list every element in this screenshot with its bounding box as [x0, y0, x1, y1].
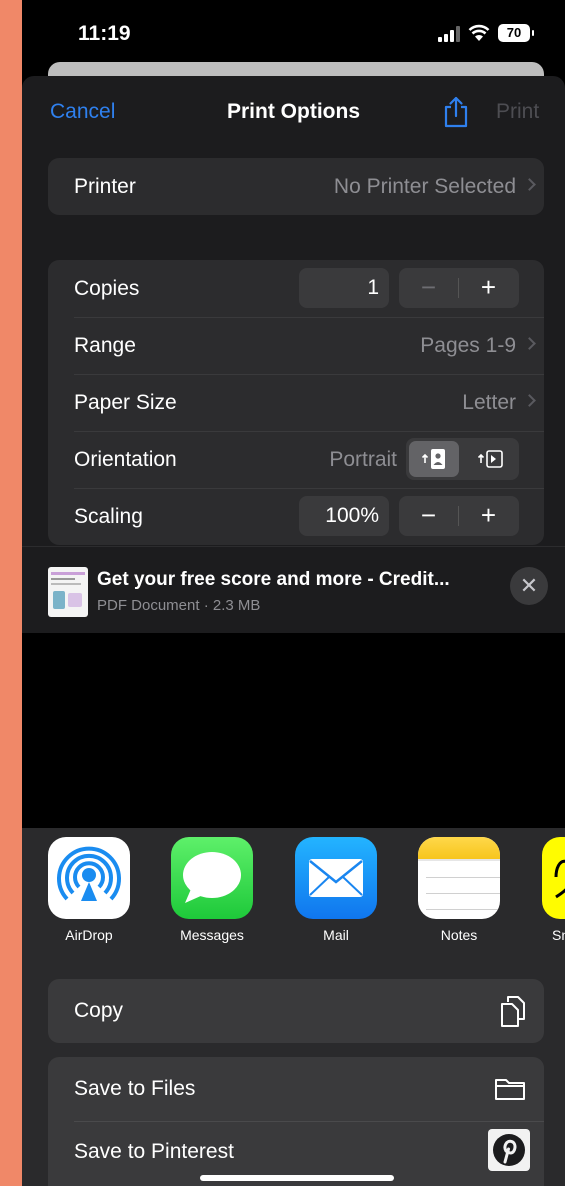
chevron-right-icon: [523, 337, 536, 350]
printer-row[interactable]: Printer No Printer Selected: [48, 158, 544, 215]
range-value: Pages 1-9: [420, 334, 516, 357]
notes-icon: [418, 837, 500, 919]
print-button[interactable]: Print: [496, 100, 539, 124]
app-label: AirDrop: [65, 927, 113, 943]
copies-field[interactable]: 1: [299, 268, 389, 308]
orientation-label: Orientation: [74, 448, 177, 471]
scaling-field[interactable]: 100%: [299, 496, 389, 536]
orientation-segmented-control: [406, 438, 519, 480]
printer-group: Printer No Printer Selected: [48, 158, 544, 215]
range-label: Range: [74, 334, 136, 357]
scaling-label: Scaling: [74, 505, 143, 528]
scaling-decrement-button[interactable]: −: [399, 496, 458, 536]
page-title: Print Options: [227, 100, 360, 123]
app-airdrop[interactable]: AirDrop: [48, 837, 130, 943]
copy-action[interactable]: Copy: [48, 979, 544, 1043]
home-indicator: [200, 1175, 394, 1181]
copies-row: Copies 1 − +: [48, 260, 544, 317]
battery-icon: 70: [498, 24, 534, 42]
wifi-icon: [468, 24, 490, 41]
copies-increment-button[interactable]: +: [459, 268, 518, 308]
options-group: Copies 1 − + Range Pages 1-9 Paper Size …: [48, 260, 544, 545]
scaling-increment-button[interactable]: +: [459, 496, 518, 536]
paper-size-label: Paper Size: [74, 391, 177, 414]
cellular-signal-icon: [438, 26, 462, 42]
copy-label: Copy: [74, 999, 124, 1022]
copies-decrement-button[interactable]: −: [399, 268, 458, 308]
app-label: Messages: [180, 927, 244, 943]
pinterest-icon: [488, 1129, 530, 1171]
printer-label: Printer: [74, 175, 136, 198]
phone-screen: 11:19 70 Cancel Print Options Print Prin…: [22, 0, 565, 1186]
status-bar: 11:19 70: [22, 0, 565, 70]
mail-icon: [295, 837, 377, 919]
folder-icon: [495, 1079, 525, 1100]
share-sheet: AirDrop Messages Mail Notes S Copy Save …: [22, 828, 565, 1186]
save-actions-group: Save to Files Save to Pinterest: [48, 1057, 544, 1186]
orientation-value: Portrait: [329, 448, 397, 471]
app-notes[interactable]: Notes: [418, 837, 500, 943]
copies-label: Copies: [74, 277, 140, 300]
scaling-stepper: − +: [399, 496, 519, 536]
close-icon[interactable]: ✕: [510, 567, 548, 605]
copies-stepper: − +: [399, 268, 519, 308]
save-to-pinterest-label: Save to Pinterest: [74, 1140, 234, 1163]
airdrop-icon: [48, 837, 130, 919]
print-options-sheet: Cancel Print Options Print Printer No Pr…: [22, 76, 565, 548]
range-row[interactable]: Range Pages 1-9: [48, 317, 544, 374]
paper-size-row[interactable]: Paper Size Letter: [48, 374, 544, 431]
share-icon[interactable]: [442, 96, 470, 128]
landscape-icon: [477, 450, 503, 468]
orientation-row: Orientation Portrait: [48, 431, 544, 488]
app-label: Notes: [440, 927, 478, 943]
copy-icon: [501, 996, 525, 1027]
paper-size-value: Letter: [462, 391, 516, 414]
document-thumbnail: [48, 567, 88, 617]
chevron-right-icon: [523, 178, 536, 191]
printer-value: No Printer Selected: [333, 175, 516, 198]
app-label: Sn: [552, 927, 565, 943]
document-header: Get your free score and more - Credit...…: [22, 546, 565, 633]
portrait-icon: [421, 449, 445, 469]
app-messages[interactable]: Messages: [171, 837, 253, 943]
save-to-files-action[interactable]: Save to Files: [48, 1057, 544, 1121]
app-label: Mail: [323, 927, 349, 943]
landscape-option[interactable]: [463, 441, 516, 477]
document-title: Get your free score and more - Credit...: [97, 569, 450, 590]
scaling-row: Scaling 100% − +: [48, 488, 544, 545]
chevron-right-icon: [523, 394, 536, 407]
messages-icon: [171, 837, 253, 919]
status-time: 11:19: [78, 22, 131, 45]
app-snapchat[interactable]: Sn: [542, 837, 565, 943]
document-subtitle: PDF Document · 2.3 MB: [97, 597, 261, 614]
portrait-option[interactable]: [409, 441, 459, 477]
nav-bar: Cancel Print Options Print: [22, 76, 565, 148]
app-mail[interactable]: Mail: [295, 837, 377, 943]
save-to-files-label: Save to Files: [74, 1077, 196, 1100]
snapchat-icon: [542, 837, 565, 919]
